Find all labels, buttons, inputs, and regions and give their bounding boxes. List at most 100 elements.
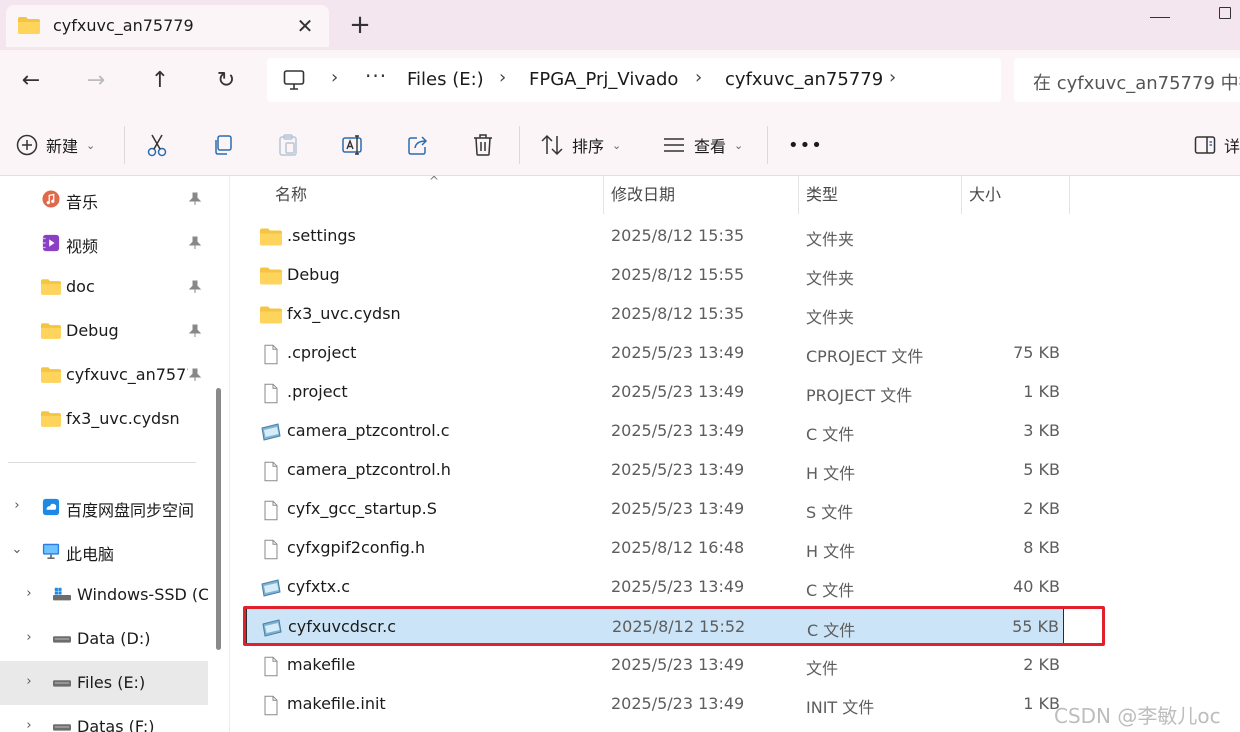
maximize-button[interactable] — [1219, 7, 1231, 19]
file-type: C 文件 — [806, 581, 855, 600]
table-row[interactable]: Debug 2025/8/12 15:55 文件夹 — [246, 256, 1064, 295]
clipboard-icon — [279, 134, 297, 156]
share-icon — [408, 136, 428, 155]
pin-icon[interactable] — [188, 368, 202, 382]
back-button[interactable]: ← — [16, 66, 46, 96]
breadcrumb-fpga-prj-vivado[interactable]: FPGA_Prj_Vivado — [529, 69, 678, 90]
new-button[interactable]: 新建 ⌄ — [16, 130, 95, 160]
pin-icon[interactable] — [188, 236, 202, 250]
file-icon — [264, 539, 278, 560]
more-options-button[interactable]: ••• — [788, 130, 823, 160]
column-separator[interactable] — [1069, 176, 1070, 214]
address-bar[interactable]: › ··· Files (E:) › FPGA_Prj_Vivado › cyf… — [267, 58, 1001, 102]
sort-button-label: 排序 — [572, 137, 605, 156]
sidebar-item-drive-e[interactable]: › Files (E:) — [0, 661, 208, 705]
scissors-icon — [147, 134, 167, 157]
copy-button[interactable] — [212, 130, 234, 160]
table-row[interactable]: cyfx_gcc_startup.S 2025/5/23 13:49 S 文件 2 K… — [246, 490, 1064, 529]
chevron-right-icon[interactable]: › — [22, 717, 36, 732]
pin-icon[interactable] — [188, 324, 202, 338]
file-size: 8 KB — [1023, 538, 1060, 557]
refresh-button[interactable]: ↻ — [211, 66, 241, 96]
breadcrumb-cyfxuvc[interactable]: cyfxuvc_an75779 — [725, 69, 883, 90]
sidebar-item-drive-c[interactable]: › Windows-SSD (C:) — [0, 573, 208, 617]
new-tab-button[interactable]: + — [345, 12, 375, 42]
sidebar-item-this-pc[interactable]: ⌄ 此电脑 — [0, 529, 208, 573]
sort-button[interactable]: 排序 ⌄ — [540, 130, 621, 160]
pin-icon[interactable] — [188, 192, 202, 206]
file-modified-date: 2025/5/23 13:49 — [611, 577, 745, 596]
sidebar-item-label: Datas (F:) — [77, 717, 155, 732]
copy-icon — [215, 135, 232, 155]
search-placeholder: 在 cyfxuvc_an75779 中搜索 — [1033, 73, 1240, 94]
up-button[interactable]: ↑ — [145, 66, 175, 96]
file-icon — [264, 461, 278, 482]
details-pane-button[interactable]: 详细信息 — [1194, 130, 1240, 160]
sidebar-item-label: 音乐 — [66, 193, 99, 212]
view-button[interactable]: 查看 ⌄ — [662, 130, 743, 160]
view-button-label: 查看 — [694, 137, 727, 156]
table-row[interactable]: camera_ptzcontrol.c 2025/5/23 13:49 C 文件 3 … — [246, 412, 1064, 451]
file-name: .cproject — [287, 343, 357, 362]
breadcrumb-expand-icon[interactable]: › — [889, 67, 896, 88]
column-header-name[interactable]: 名称 — [275, 176, 307, 214]
file-name: fx3_uvc.cydsn — [287, 304, 401, 323]
chevron-right-icon[interactable]: › — [22, 585, 36, 603]
sidebar-item-label: Data (D:) — [77, 629, 151, 648]
chevron-down-icon[interactable]: ⌄ — [10, 541, 24, 559]
column-separator[interactable] — [798, 176, 799, 214]
baidu-cloud-icon — [42, 498, 60, 516]
file-modified-date: 2025/8/12 15:55 — [611, 265, 745, 284]
column-separator[interactable] — [961, 176, 962, 214]
table-row[interactable]: .cproject 2025/5/23 13:49 CPROJECT 文件 75 KB — [246, 334, 1064, 373]
file-modified-date: 2025/5/23 13:49 — [611, 499, 745, 518]
column-header-type[interactable]: 类型 — [806, 176, 838, 214]
details-pane-label: 详细信息 — [1224, 137, 1240, 156]
pin-icon[interactable] — [188, 280, 202, 294]
close-tab-icon[interactable]: ✕ — [292, 13, 318, 39]
sidebar-scrollbar[interactable] — [216, 388, 221, 650]
table-row[interactable]: makefile 2025/5/23 13:49 文件 2 KB — [246, 646, 1064, 685]
sort-ascending-icon: ^ — [429, 176, 440, 188]
sidebar-item-doc[interactable]: doc — [0, 265, 208, 309]
file-list: ^ 名称 修改日期 类型 大小 .settings 2025/8/12 15:35… — [231, 176, 1240, 732]
file-name: .project — [287, 382, 348, 401]
sidebar-item-video[interactable]: 视频 — [0, 221, 208, 265]
sidebar-item-music[interactable]: 音乐 — [0, 177, 208, 221]
sidebar-item-cyfxuvc[interactable]: cyfxuvc_an75779 — [0, 353, 208, 397]
rename-button[interactable] — [341, 130, 365, 160]
table-row[interactable]: cyfxtx.c 2025/5/23 13:49 C 文件 40 KB — [246, 568, 1064, 607]
table-row[interactable]: camera_ptzcontrol.h 2025/5/23 13:49 H 文件 5 … — [246, 451, 1064, 490]
minimize-button[interactable] — [1150, 8, 1170, 18]
file-name: makefile — [287, 655, 356, 674]
table-row[interactable]: .settings 2025/8/12 15:35 文件夹 — [246, 217, 1064, 256]
column-separator[interactable] — [603, 176, 604, 214]
chevron-right-icon[interactable]: › — [22, 673, 36, 691]
breadcrumb-files-e[interactable]: Files (E:) — [407, 69, 484, 90]
sidebar-item-drive-f[interactable]: › Datas (F:) — [0, 705, 208, 732]
cut-button[interactable] — [146, 130, 168, 160]
sidebar-item-debug[interactable]: Debug — [0, 309, 208, 353]
table-row[interactable]: cyfxgpif2config.h 2025/8/12 16:48 H 文件 8 KB — [246, 529, 1064, 568]
paste-button[interactable] — [277, 130, 299, 160]
sidebar-item-baidu-cloud[interactable]: › 百度网盘同步空间 — [0, 485, 208, 529]
file-icon — [264, 344, 278, 365]
sidebar-item-drive-d[interactable]: › Data (D:) — [0, 617, 208, 661]
column-header-date[interactable]: 修改日期 — [611, 176, 675, 214]
file-icon — [264, 500, 278, 521]
breadcrumb-more-button[interactable]: ··· — [365, 64, 387, 88]
column-header-size[interactable]: 大小 — [969, 176, 1001, 214]
delete-button[interactable] — [472, 130, 494, 160]
file-type: C 文件 — [806, 425, 855, 444]
sidebar-item-fx3-uvc[interactable]: fx3_uvc.cydsn — [0, 397, 208, 441]
breadcrumb-separator-icon: › — [499, 67, 507, 88]
search-box[interactable]: 在 cyfxuvc_an75779 中搜索 — [1014, 58, 1240, 102]
forward-button[interactable]: → — [81, 66, 111, 96]
table-row[interactable]: fx3_uvc.cydsn 2025/8/12 15:35 文件夹 — [246, 295, 1064, 334]
table-row[interactable]: .project 2025/5/23 13:49 PROJECT 文件 1 KB — [246, 373, 1064, 412]
tab-cyfxuvc[interactable]: cyfxuvc_an75779 ✕ — [6, 5, 329, 47]
chevron-right-icon[interactable]: › — [10, 497, 24, 515]
share-button[interactable] — [407, 130, 429, 160]
chevron-right-icon[interactable]: › — [22, 629, 36, 647]
table-row[interactable]: makefile.init 2025/5/23 13:49 INIT 文件 1 KB — [246, 685, 1064, 724]
